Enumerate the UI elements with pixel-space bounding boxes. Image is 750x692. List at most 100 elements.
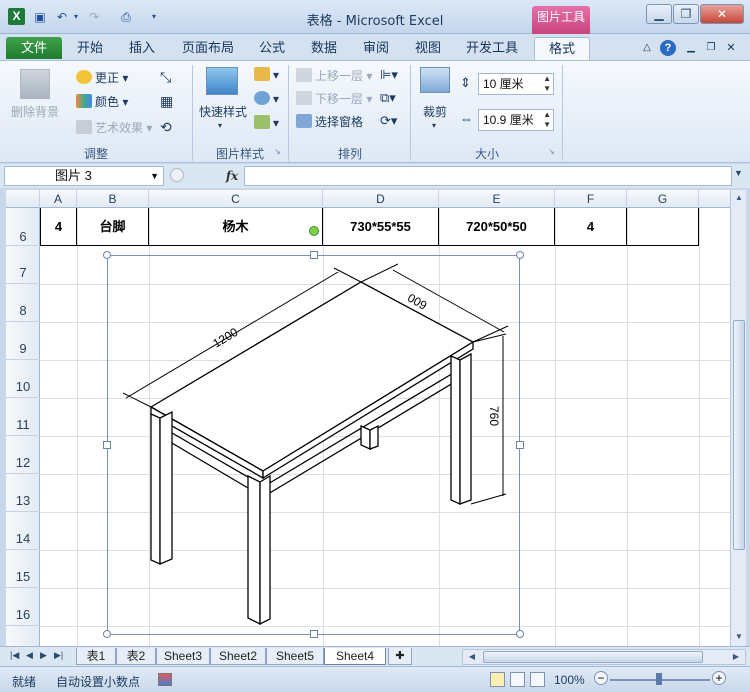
align-icon[interactable]: ⊫▾ [380, 67, 398, 83]
collapse-ribbon-icon[interactable]: △ [640, 37, 654, 59]
resize-handle-bottom-right[interactable] [516, 630, 524, 638]
page-break-view-icon[interactable] [530, 672, 545, 687]
sheet-tab-2[interactable]: 表2 [116, 648, 156, 665]
scroll-up-icon[interactable]: ▲ [732, 191, 746, 205]
tab-file[interactable]: 文件 [6, 37, 62, 59]
horizontal-scrollbar[interactable]: ◀ ▶ [462, 649, 746, 665]
page-layout-view-icon[interactable] [510, 672, 525, 687]
color-button[interactable]: 颜色 ▾ [76, 93, 128, 110]
artistic-effects-button[interactable]: 艺术效果 ▾ [76, 119, 152, 136]
last-sheet-icon[interactable]: ▶| [54, 650, 63, 661]
next-sheet-icon[interactable]: ▶ [40, 650, 47, 661]
change-picture-icon[interactable]: ▦ [160, 93, 173, 110]
column-header-b[interactable]: B [77, 190, 149, 208]
column-header-a[interactable]: A [40, 190, 77, 208]
vertical-scroll-thumb[interactable] [733, 320, 745, 550]
resize-handle-bottom-left[interactable] [103, 630, 111, 638]
resize-handle-bottom[interactable] [310, 630, 318, 638]
tab-developer[interactable]: 开发工具 [460, 37, 524, 59]
remove-background-icon[interactable] [20, 69, 50, 99]
height-input[interactable]: 10 厘米 ▲ ▼ [478, 73, 554, 95]
cell-g6[interactable] [627, 208, 699, 246]
tab-review[interactable]: 审阅 [358, 37, 394, 59]
cell-e6[interactable]: 720*50*50 [439, 208, 555, 246]
cell-a6[interactable]: 4 [40, 208, 77, 246]
selection-pane-button[interactable]: 选择窗格 [296, 113, 363, 130]
tab-insert[interactable]: 插入 [124, 37, 160, 59]
formula-expand-icon[interactable] [170, 168, 184, 182]
cell-b6[interactable]: 台脚 [77, 208, 149, 246]
macro-record-icon[interactable] [158, 673, 172, 686]
rotate-icon[interactable]: ⟳▾ [380, 113, 397, 129]
zoom-in-icon[interactable]: + [712, 671, 726, 685]
width-spinner-icon[interactable]: ▲ ▼ [543, 110, 551, 130]
resize-handle-top[interactable] [310, 251, 318, 259]
corrections-button[interactable]: 更正 ▾ [76, 69, 128, 86]
doc-minimize-icon[interactable]: ▁ [684, 37, 698, 59]
prev-sheet-icon[interactable]: ◀ [26, 650, 33, 661]
doc-close-icon[interactable]: ✕ [724, 37, 738, 59]
crop-button[interactable]: 裁剪 [423, 103, 447, 120]
tab-formulas[interactable]: 公式 [254, 37, 290, 59]
vertical-scrollbar[interactable]: ▲ ▼ [730, 190, 746, 646]
name-box[interactable]: 图片 3 ▼ [4, 166, 164, 186]
resize-handle-right[interactable] [516, 441, 524, 449]
scroll-left-icon[interactable]: ◀ [465, 650, 479, 664]
first-sheet-icon[interactable]: |◀ [10, 650, 19, 661]
size-launcher-icon[interactable]: ↘ [548, 147, 555, 156]
tab-page-layout[interactable]: 页面布局 [176, 37, 240, 59]
row-header-13[interactable]: 13 [6, 474, 40, 512]
tab-data[interactable]: 数据 [306, 37, 342, 59]
minimize-button[interactable]: ▁ [646, 4, 672, 24]
row-header-15[interactable]: 15 [6, 550, 40, 588]
row-header-8[interactable]: 8 [6, 284, 40, 322]
scroll-right-icon[interactable]: ▶ [729, 650, 743, 664]
row-header-16[interactable]: 16 [6, 588, 40, 626]
tab-view[interactable]: 视图 [410, 37, 446, 59]
rotate-handle[interactable] [309, 226, 319, 236]
row-header-7[interactable]: 7 [6, 246, 40, 284]
row-header-12[interactable]: 12 [6, 436, 40, 474]
resize-handle-left[interactable] [103, 441, 111, 449]
sheet-tab-sheet5[interactable]: Sheet5 [266, 648, 324, 665]
normal-view-icon[interactable] [490, 672, 505, 687]
compress-pictures-icon[interactable]: ⤡ [160, 69, 171, 86]
zoom-level[interactable]: 100% [554, 673, 585, 687]
scroll-down-icon[interactable]: ▼ [732, 630, 746, 644]
sheet-tab-sheet3[interactable]: Sheet3 [156, 648, 210, 665]
sheet-tab-sheet2[interactable]: Sheet2 [210, 648, 266, 665]
cell-f6[interactable]: 4 [555, 208, 627, 246]
formula-input[interactable] [244, 166, 732, 186]
picture-layout-button[interactable]: ▾ [254, 115, 279, 130]
row-header-11[interactable]: 11 [6, 398, 40, 436]
column-header-e[interactable]: E [439, 190, 555, 208]
tab-home[interactable]: 开始 [72, 37, 108, 59]
sheet-tab-1[interactable]: 表1 [76, 648, 116, 665]
expand-formula-bar-icon[interactable]: ▼ [734, 168, 743, 178]
row-header-14[interactable]: 14 [6, 512, 40, 550]
insert-sheet-icon[interactable]: ✚ [388, 648, 412, 665]
zoom-out-icon[interactable]: − [594, 671, 608, 685]
quick-styles-icon[interactable] [206, 67, 238, 95]
remove-background-button[interactable]: 删除背景 [11, 103, 59, 120]
bring-forward-button[interactable]: 上移一层 ▾ [296, 67, 372, 84]
column-header-d[interactable]: D [323, 190, 439, 208]
column-header-f[interactable]: F [555, 190, 627, 208]
group-icon[interactable]: ⧉▾ [380, 90, 396, 106]
tab-format[interactable]: 格式 [534, 37, 590, 61]
help-icon[interactable]: ? [660, 40, 676, 56]
cell-c6[interactable]: 杨木 [149, 208, 323, 246]
quick-styles-button[interactable]: 快速样式 [199, 103, 247, 120]
height-spinner-icon[interactable]: ▲ ▼ [543, 74, 551, 94]
cell-d6[interactable]: 730*55*55 [323, 208, 439, 246]
send-backward-button[interactable]: 下移一层 ▾ [296, 90, 372, 107]
picture-border-button[interactable]: ▾ [254, 67, 279, 82]
sheet-tab-sheet4[interactable]: Sheet4 [324, 648, 386, 665]
quick-styles-dropdown-icon[interactable]: ▾ [218, 121, 222, 130]
row-header-6[interactable]: 6 [6, 208, 40, 246]
horizontal-scroll-thumb[interactable] [483, 651, 703, 663]
picture-effects-button[interactable]: ▾ [254, 91, 279, 106]
row-header-10[interactable]: 10 [6, 360, 40, 398]
table-drawing-picture[interactable]: 1200 600 760 [103, 251, 524, 638]
width-input[interactable]: 10.9 厘米 ▲ ▼ [478, 109, 554, 131]
